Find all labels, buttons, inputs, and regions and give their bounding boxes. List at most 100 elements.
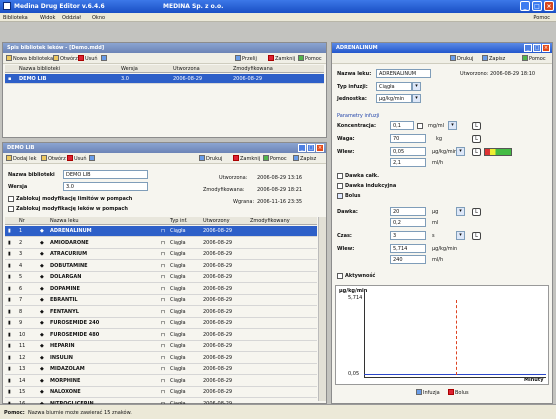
drug-row[interactable]: ▮ 7 ◆ EBRANTIL ⊓ Ciągła 2006-08-29: [5, 295, 317, 306]
time-field[interactable]: 3: [390, 231, 426, 240]
limit-button[interactable]: L: [472, 135, 481, 143]
delete-drug-button[interactable]: Usuń: [67, 155, 87, 162]
close-button[interactable]: ×: [544, 1, 554, 11]
induction-dose-checkbox[interactable]: [337, 183, 343, 189]
detail-print-button[interactable]: Drukuj: [450, 55, 473, 62]
concentration-field[interactable]: 0,1: [390, 121, 414, 130]
drug-row[interactable]: ▮ 2 ◆ AMIODARONE ⊓ Ciągła 2006-08-29: [5, 238, 317, 249]
limit-button[interactable]: L: [472, 122, 481, 130]
open-library-button[interactable]: Otwórz: [53, 55, 78, 62]
library-row[interactable]: ▪ DEMO LIB 3.0 2006-08-29 2006-08-29: [5, 74, 324, 84]
limit-button[interactable]: L: [472, 208, 481, 216]
lock-drugs-checkbox[interactable]: [8, 206, 14, 212]
detail-close-button[interactable]: ×: [542, 44, 550, 52]
print-drug-button[interactable]: Drukuj: [199, 155, 222, 162]
menu-widok[interactable]: Widok: [40, 15, 55, 21]
detail-minimize-button[interactable]: _: [524, 44, 532, 52]
menu-okno[interactable]: Okno: [92, 15, 105, 21]
drug-row[interactable]: ▮ 10 ◆ FUROSEMIDE 480 ⊓ Ciągła 2006-08-29: [5, 330, 317, 341]
rate-field[interactable]: 0,05: [390, 147, 426, 156]
drug-row[interactable]: ▮ 3 ◆ ATRACURIUM ⊓ Ciągła 2006-08-29: [5, 249, 317, 260]
maximize-button[interactable]: □: [532, 1, 542, 11]
version-field[interactable]: 3.0: [63, 182, 148, 191]
total-dose-checkbox[interactable]: [337, 173, 343, 179]
drug-row[interactable]: ▮ 1 ◆ ADRENALINUM ⊓ Ciągła 2006-08-29: [5, 226, 317, 237]
drug-row[interactable]: ▮ 15 ◆ NALOXONE ⊓ Ciągła 2006-08-29: [5, 387, 317, 398]
dose-field[interactable]: 20: [390, 207, 426, 216]
delete-library-button[interactable]: Usuń: [78, 55, 98, 62]
drug-name-field[interactable]: ADRENALINUM: [376, 69, 431, 78]
lock-drugs-label: Zablokuj modyfikację leków w pompach: [16, 206, 128, 212]
panel-close-button[interactable]: ×: [316, 144, 324, 152]
rate2-field[interactable]: 2,1: [390, 158, 426, 167]
flow2-field[interactable]: 240: [390, 255, 426, 264]
drug-created: 2006-08-29: [203, 331, 233, 338]
drug-row[interactable]: ▮ 13 ◆ MIDAZOLAM ⊓ Ciągła 2006-08-29: [5, 364, 317, 375]
lock-limits-checkbox[interactable]: [8, 196, 14, 202]
save-drug-button[interactable]: Zapisz: [293, 155, 316, 162]
chevron-down-icon[interactable]: ▾: [412, 82, 421, 91]
col-created[interactable]: Utworzona: [173, 66, 200, 72]
col-drug-name[interactable]: Nazwa leku: [50, 218, 79, 224]
col-nr[interactable]: Nr: [19, 218, 25, 224]
unit-select[interactable]: µg/kg/min: [376, 94, 412, 103]
drug-created: 2006-08-29: [203, 320, 233, 326]
col-version[interactable]: Wersja: [121, 66, 138, 72]
chevron-down-icon[interactable]: ▾: [456, 231, 465, 240]
drug-nr: 11: [19, 343, 26, 349]
pill-icon: ◆: [40, 389, 44, 395]
col-created[interactable]: Utworzony: [203, 218, 230, 224]
drug-type: Ciągła: [170, 297, 186, 303]
drug-row[interactable]: ▮ 11 ◆ HEPARIN ⊓ Ciągła 2006-08-29: [5, 341, 317, 352]
chevron-down-icon[interactable]: ▾: [448, 121, 457, 130]
col-library-name[interactable]: Nazwa biblioteki: [19, 66, 60, 72]
drug-row[interactable]: ▮ 9 ◆ FUROSEMIDE 240 ⊓ Ciągła 2006-08-29: [5, 318, 317, 329]
col-modified[interactable]: Zmodyfikowany: [250, 218, 290, 224]
limit-button[interactable]: L: [472, 148, 481, 156]
chevron-down-icon[interactable]: ▾: [456, 207, 465, 216]
panel-minimize-button[interactable]: _: [298, 144, 306, 152]
concentration-checkbox[interactable]: [417, 123, 423, 129]
library-name-field[interactable]: DEMO LIB: [63, 170, 148, 179]
drug-list-scrollbar[interactable]: [318, 217, 326, 401]
help-menu[interactable]: Pomoc: [533, 15, 550, 21]
chevron-down-icon[interactable]: ▾: [456, 147, 465, 156]
drug-created: 2006-08-29: [203, 228, 233, 234]
chevron-down-icon[interactable]: ▾: [412, 94, 421, 103]
detail-help-button[interactable]: Pomoc: [522, 55, 546, 62]
help-button[interactable]: Pomoc: [298, 55, 322, 62]
refresh-button[interactable]: [101, 55, 108, 62]
drug-row[interactable]: ▮ 5 ◆ DOLARGAN ⊓ Ciągła 2006-08-29: [5, 272, 317, 283]
col-type[interactable]: Typ inf.: [170, 218, 188, 224]
drug-row[interactable]: ▮ 8 ◆ FENTANYL ⊓ Ciągła 2006-08-29: [5, 307, 317, 318]
open-drug-button[interactable]: Otwórz: [41, 155, 66, 162]
new-library-button[interactable]: Nowa biblioteka: [6, 55, 53, 62]
panel-maximize-button[interactable]: □: [307, 144, 315, 152]
detail-maximize-button[interactable]: □: [533, 44, 541, 52]
close-drug-button[interactable]: Zamknij: [233, 155, 260, 162]
help-drug-button[interactable]: Pomoc: [263, 155, 287, 162]
drug-row[interactable]: ▮ 14 ◆ MORPHINE ⊓ Ciągła 2006-08-29: [5, 376, 317, 387]
limit-button[interactable]: L: [472, 232, 481, 240]
flow-field[interactable]: 5,714: [390, 244, 426, 253]
menu-biblioteka[interactable]: Biblioteka: [3, 15, 28, 21]
add-drug-button[interactable]: Dodaj lek: [6, 155, 37, 162]
activity-checkbox[interactable]: [337, 273, 343, 279]
menu-oddzial[interactable]: Oddział: [62, 15, 81, 21]
bolus-checkbox[interactable]: [337, 193, 343, 199]
col-modified[interactable]: Zmodyfikowana: [233, 66, 273, 72]
drug-row[interactable]: ▮ 4 ◆ DOBUTAMINE ⊓ Ciągła 2006-08-29: [5, 261, 317, 272]
infusion-type-select[interactable]: Ciągła: [376, 82, 412, 91]
drug-name: FUROSEMIDE 240: [50, 320, 100, 326]
type-icon: ⊓: [161, 262, 165, 269]
dose2-field[interactable]: 0,2: [390, 218, 426, 227]
minimize-button[interactable]: _: [520, 1, 530, 11]
refresh-drug-button[interactable]: [89, 155, 96, 162]
weight-field[interactable]: 70: [390, 134, 426, 143]
drug-row[interactable]: ▮ 6 ◆ DOPAMINE ⊓ Ciągła 2006-08-29: [5, 284, 317, 295]
drug-row[interactable]: ▮ 12 ◆ INSULIN ⊓ Ciągła 2006-08-29: [5, 353, 317, 364]
send-button[interactable]: Przelij: [235, 55, 257, 62]
drug-name: FUROSEMIDE 480: [50, 331, 100, 338]
close-panel-button[interactable]: Zamknij: [268, 55, 295, 62]
detail-save-button[interactable]: Zapisz: [482, 55, 505, 62]
